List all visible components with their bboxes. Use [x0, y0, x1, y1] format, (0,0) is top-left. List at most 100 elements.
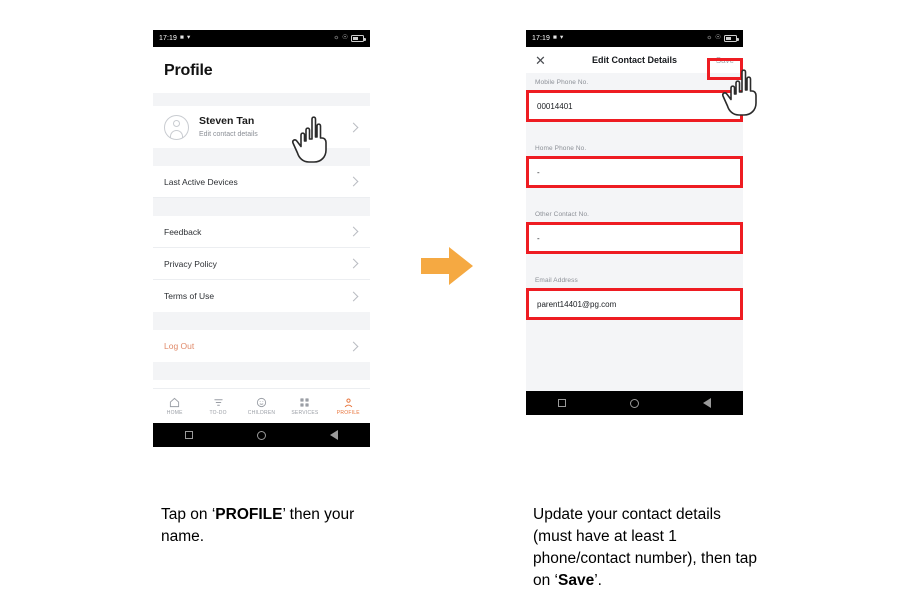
phone-mockup-edit-contact-screen: 17:19 ■ ▾ ☼ ☉ ✕ Edit Contact Details Sav…	[526, 30, 743, 415]
android-system-nav-left	[153, 423, 370, 447]
phone-mockup-profile-screen: 17:19 ■ ▾ ☼ ☉ Profile Steven Tan Edit co…	[153, 30, 370, 447]
field-value: 00014401	[537, 101, 573, 111]
chevron-right-icon	[348, 176, 359, 187]
tab-label: SERVICES	[291, 410, 319, 416]
status-bar-clock: 17:19	[532, 35, 551, 42]
wifi-icon: ▾	[186, 34, 191, 42]
mute-icon: ☼	[333, 34, 340, 42]
hand-cursor-icon	[718, 66, 762, 123]
contact-form: Mobile Phone No. 00014401 Home Phone No.…	[526, 73, 743, 391]
recents-button[interactable]	[558, 399, 566, 407]
battery-icon	[724, 35, 739, 42]
field-label: Email Address	[535, 277, 578, 284]
back-button[interactable]	[703, 398, 711, 408]
tab-label: CHILDREN	[247, 410, 276, 416]
email-field[interactable]: parent14401@pg.com	[526, 288, 743, 320]
close-icon[interactable]: ✕	[535, 54, 546, 67]
chevron-right-icon	[348, 291, 359, 301]
status-bar-right: 17:19 ■ ▾ ☼ ☉	[526, 30, 743, 47]
child-face-icon	[256, 396, 267, 408]
battery-icon	[351, 35, 366, 42]
status-bar-left-group: 17:19 ■ ▾	[159, 35, 190, 42]
chevron-right-icon	[348, 341, 359, 351]
status-bar-left-group: 17:19 ■ ▾	[532, 35, 563, 42]
sidebar-item-feedback[interactable]: Feedback	[153, 216, 370, 248]
caption-right-post: ’.	[594, 572, 602, 589]
field-value: parent14401@pg.com	[537, 299, 617, 309]
recents-button[interactable]	[185, 431, 193, 439]
caption-right-bold: Save	[558, 572, 595, 589]
alarm-icon: ☉	[342, 34, 348, 42]
mobile-phone-input[interactable]: 00014401	[526, 90, 743, 122]
field-value: -	[537, 167, 540, 177]
field-mobile-phone: Mobile Phone No. 00014401	[526, 73, 743, 122]
status-bar-right-group: ☼ ☉	[706, 34, 739, 42]
avatar	[164, 114, 189, 140]
tab-label: HOME	[166, 410, 183, 416]
section-divider	[153, 362, 370, 380]
wifi-icon: ▾	[559, 34, 564, 42]
section-divider	[153, 312, 370, 330]
list-item-label: Privacy Policy	[164, 258, 217, 269]
list-item-label: Last Active Devices	[164, 176, 238, 187]
status-bar-left: 17:19 ■ ▾ ☼ ☉	[153, 30, 370, 47]
sidebar-item-terms-of-use[interactable]: Terms of Use	[153, 280, 370, 312]
camera-icon: ■	[553, 34, 557, 42]
field-other-contact: Other Contact No. -	[526, 205, 743, 254]
logout-label: Log Out	[164, 341, 195, 351]
tab-children[interactable]: CHILDREN	[240, 396, 283, 416]
tab-home[interactable]: HOME	[153, 396, 196, 416]
person-icon	[343, 396, 354, 408]
tab-profile[interactable]: PROFILE	[327, 396, 370, 416]
section-divider	[153, 93, 370, 106]
other-contact-input[interactable]: -	[526, 222, 743, 254]
home-phone-input[interactable]: -	[526, 156, 743, 188]
status-bar-clock: 17:19	[159, 35, 178, 42]
chevron-right-icon	[348, 226, 359, 237]
chevron-right-icon	[348, 122, 359, 132]
section-divider	[153, 148, 370, 166]
home-button[interactable]	[630, 398, 639, 408]
tab-label: TO-DO	[209, 410, 227, 416]
sidebar-item-last-active-devices[interactable]: Last Active Devices	[153, 166, 370, 198]
list-item-label: Terms of Use	[164, 291, 215, 301]
edit-contact-screen: ✕ Edit Contact Details Save Mobile Phone…	[526, 47, 743, 415]
tab-to-do[interactable]: TO-DO	[196, 396, 239, 416]
tab-label: PROFILE	[336, 410, 360, 416]
field-spacer	[526, 254, 743, 271]
flow-arrow-icon	[419, 245, 475, 292]
caption-left-pre: Tap on ‘	[161, 506, 216, 523]
caption-left-bold: PROFILE	[215, 506, 283, 523]
list-item-label: Feedback	[164, 226, 202, 237]
form-empty-space	[526, 320, 743, 391]
home-button[interactable]	[257, 430, 266, 440]
home-icon	[169, 396, 180, 408]
alarm-icon: ☉	[715, 34, 721, 42]
android-system-nav-right	[526, 391, 743, 415]
profile-user-subtitle: Edit contact details	[199, 130, 258, 138]
profile-name-group: Steven Tan Edit contact details	[199, 115, 258, 140]
camera-icon: ■	[180, 34, 184, 42]
bottom-tab-bar: HOME TO-DO CHILDREN SERVICES PROFILE	[153, 388, 370, 423]
sidebar-item-privacy-policy[interactable]: Privacy Policy	[153, 248, 370, 280]
grid-icon	[299, 396, 310, 408]
hand-cursor-icon	[288, 113, 332, 170]
mute-icon: ☼	[706, 34, 713, 42]
field-label: Home Phone No.	[535, 145, 587, 152]
page-title: Profile	[164, 62, 213, 79]
field-value: -	[537, 233, 540, 243]
list-icon	[213, 396, 224, 408]
field-spacer	[526, 122, 743, 139]
field-label: Mobile Phone No.	[535, 79, 589, 86]
caption-right: Update your contact details (must have a…	[533, 504, 758, 592]
field-home-phone: Home Phone No. -	[526, 139, 743, 188]
field-email-address: Email Address parent14401@pg.com	[526, 271, 743, 320]
profile-screen: Profile Steven Tan Edit contact details …	[153, 47, 370, 447]
logout-button[interactable]: Log Out	[153, 330, 370, 362]
back-button[interactable]	[330, 430, 338, 440]
field-spacer	[526, 188, 743, 205]
profile-user-name: Steven Tan	[199, 114, 255, 127]
profile-user-row[interactable]: Steven Tan Edit contact details	[153, 106, 370, 148]
tab-services[interactable]: SERVICES	[283, 396, 326, 416]
caption-left: Tap on ‘PROFILE’ then your name.	[161, 504, 376, 548]
